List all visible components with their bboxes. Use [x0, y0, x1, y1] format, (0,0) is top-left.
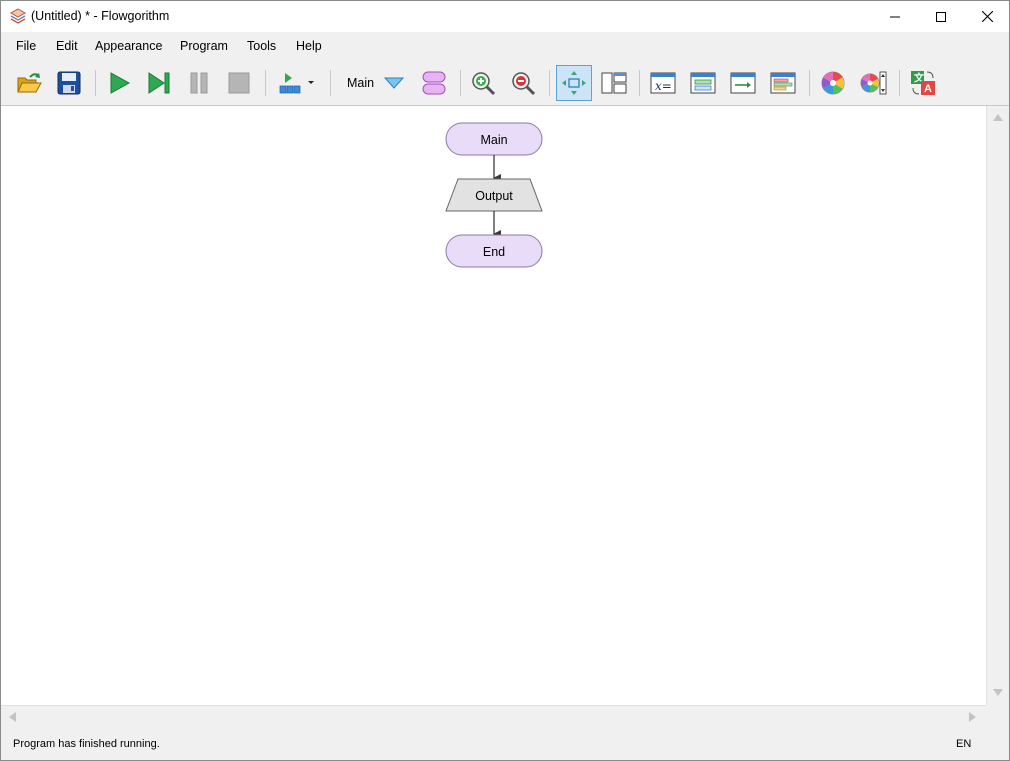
zoom-out-button[interactable] [507, 67, 539, 99]
open-button[interactable] [13, 67, 45, 99]
save-icon [57, 71, 81, 95]
stop-icon [228, 72, 250, 94]
run-speed-button[interactable] [273, 67, 317, 99]
scroll-up-icon[interactable] [993, 114, 1003, 121]
maximize-button[interactable] [918, 1, 964, 32]
toolbar: Main x= 文 A [1, 62, 1009, 106]
minimize-button[interactable] [872, 1, 918, 32]
flow-start-terminal[interactable]: Main [445, 122, 543, 156]
vertical-scrollbar[interactable] [986, 106, 1009, 705]
open-icon [17, 73, 42, 93]
minimize-icon [890, 16, 900, 17]
flow-output-label: Output [475, 189, 513, 203]
language-indicator[interactable]: EN [956, 738, 971, 750]
toolbar-separator [460, 70, 461, 96]
flow-start-label: Main [480, 133, 507, 147]
svg-text:x=: x= [655, 79, 672, 93]
function-dropdown-button[interactable] [378, 67, 410, 99]
menu-edit[interactable]: Edit [56, 39, 78, 53]
variable-watch-button[interactable]: x= [647, 67, 679, 99]
scroll-down-icon[interactable] [993, 689, 1003, 696]
menu-appearance[interactable]: Appearance [95, 39, 162, 53]
console-icon [690, 72, 716, 94]
pause-icon [190, 72, 208, 94]
status-bar: Program has finished running. EN [1, 728, 1009, 760]
source-code-icon [730, 72, 756, 94]
variable-watch-icon: x= [650, 72, 676, 94]
scrollbar-corner [986, 705, 1009, 728]
close-button[interactable] [964, 1, 1009, 32]
language-button[interactable]: 文 A [907, 67, 939, 99]
zoom-out-icon [512, 72, 536, 96]
toolbar-separator [330, 70, 331, 96]
flow-end-terminal[interactable]: End [445, 234, 543, 268]
horizontal-scrollbar[interactable] [1, 705, 986, 728]
flow-end-label: End [483, 245, 505, 259]
run-icon [110, 72, 131, 94]
step-button[interactable] [143, 67, 175, 99]
colors-icon [821, 71, 845, 95]
layout-window-icon [770, 72, 796, 94]
menu-bar: File Edit Appearance Program Tools Help [1, 32, 1009, 62]
menu-tools[interactable]: Tools [247, 39, 276, 53]
toolbar-separator [639, 70, 640, 96]
current-function-label[interactable]: Main [347, 76, 374, 90]
toolbar-separator [265, 70, 266, 96]
menu-help[interactable]: Help [296, 39, 322, 53]
function-dropdown-icon [383, 77, 405, 89]
color-scheme-icon [860, 71, 887, 95]
app-window: (Untitled) * - Flowgorithm File Edit App… [0, 0, 1010, 761]
source-code-button[interactable] [727, 67, 759, 99]
colors-button[interactable] [817, 67, 849, 99]
step-icon [148, 72, 170, 94]
console-button[interactable] [687, 67, 719, 99]
toolbar-separator [95, 70, 96, 96]
scroll-right-icon[interactable] [969, 712, 976, 722]
language-icon: 文 A [911, 71, 935, 95]
toolbar-separator [809, 70, 810, 96]
flowchart-canvas[interactable]: Main Output End [1, 106, 986, 705]
menu-program[interactable]: Program [180, 39, 228, 53]
close-icon [981, 11, 993, 22]
flow-output-statement[interactable]: Output [445, 178, 543, 212]
run-speed-icon [279, 73, 314, 94]
menu-file[interactable]: File [16, 39, 36, 53]
center-layout-icon [562, 71, 586, 95]
split-layout-icon [601, 72, 627, 94]
status-message: Program has finished running. [13, 738, 160, 750]
title-bar: (Untitled) * - Flowgorithm [1, 1, 1009, 32]
flowchart-diagram: Main Output End [445, 122, 543, 268]
split-layout-button[interactable] [598, 67, 630, 99]
svg-text:A: A [924, 83, 932, 95]
color-scheme-button[interactable] [857, 67, 889, 99]
stop-button[interactable] [223, 67, 255, 99]
layout-window-button[interactable] [767, 67, 799, 99]
toolbar-separator [549, 70, 550, 96]
save-button[interactable] [53, 67, 85, 99]
manage-functions-icon [422, 71, 446, 95]
window-title: (Untitled) * - Flowgorithm [31, 9, 170, 23]
flowgorithm-logo-icon [9, 8, 27, 24]
zoom-in-icon [472, 72, 496, 96]
maximize-icon [936, 11, 946, 22]
center-layout-button[interactable] [556, 65, 592, 101]
run-button[interactable] [103, 67, 135, 99]
pause-button[interactable] [183, 67, 215, 99]
zoom-in-button[interactable] [467, 67, 499, 99]
toolbar-separator [899, 70, 900, 96]
scroll-left-icon[interactable] [9, 712, 16, 722]
manage-functions-button[interactable] [418, 67, 450, 99]
